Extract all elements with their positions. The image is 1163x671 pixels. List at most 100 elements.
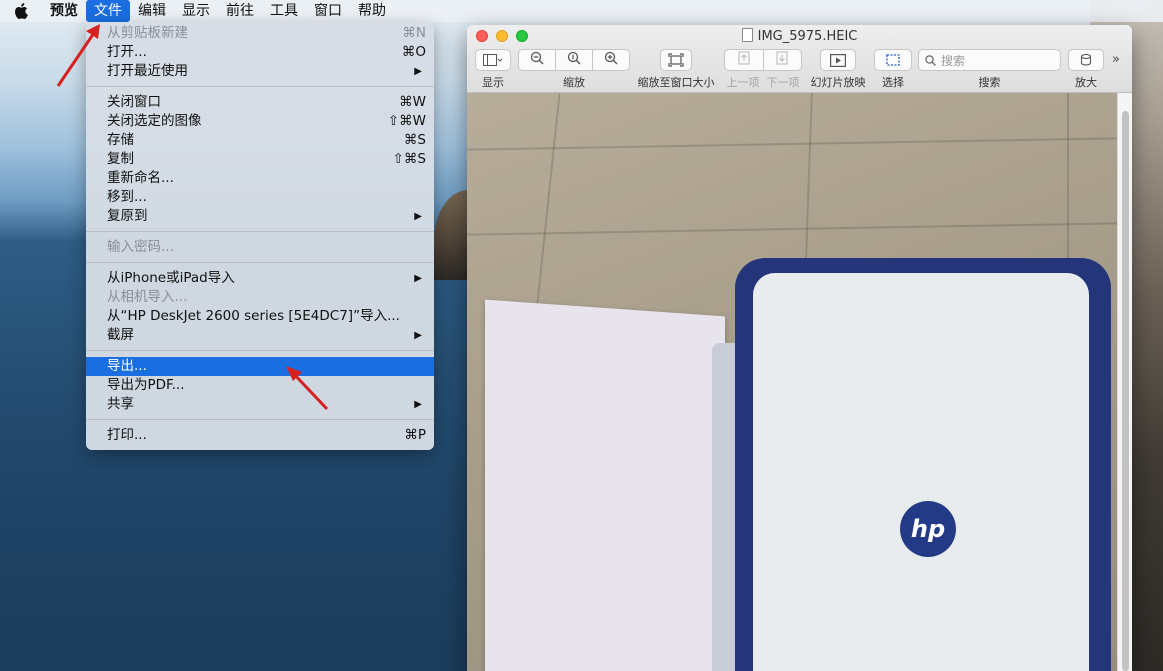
menu-separator — [86, 350, 434, 351]
menu-item-label: 关闭窗口 — [107, 94, 161, 110]
hp-logo: hp — [900, 501, 956, 557]
menu-item-rename[interactable]: 重新命名... — [86, 169, 434, 188]
search-label: 搜索 — [978, 76, 1001, 89]
menu-window[interactable]: 窗口 — [306, 0, 350, 22]
menu-item-label: 从“HP DeskJet 2600 series [5E4DC7]”导入... — [107, 308, 400, 324]
actual-size-icon — [567, 51, 581, 65]
menu-item-export-pdf[interactable]: 导出为PDF... — [86, 376, 434, 395]
slideshow-icon — [830, 53, 846, 67]
menu-preview[interactable]: 预览 — [42, 0, 86, 22]
menu-item-close-window[interactable]: 关闭窗口 ⌘W — [86, 93, 434, 112]
search-field[interactable]: 搜索 — [918, 49, 1061, 71]
menu-item-open[interactable]: 打开... ⌘O — [86, 43, 434, 62]
menu-item-import-camera: 从相机导入... — [86, 288, 434, 307]
menu-item-label: 从相机导入... — [107, 289, 188, 305]
menu-item-move-to[interactable]: 移到... — [86, 188, 434, 207]
file-menu-dropdown: 从剪贴板新建 ⌘N 打开... ⌘O 打开最近使用 ▶ 关闭窗口 ⌘W 关闭选定… — [86, 22, 434, 450]
window-title: IMG_5975.HEIC — [467, 28, 1132, 44]
menu-item-screenshot[interactable]: 截屏 ▶ — [86, 326, 434, 345]
menu-item-label: 复原到 — [107, 208, 148, 224]
search-placeholder: 搜索 — [941, 53, 966, 68]
menu-help[interactable]: 帮助 — [350, 0, 394, 22]
magnify-button[interactable] — [1068, 49, 1104, 71]
actual-size-button[interactable] — [556, 51, 592, 69]
menu-item-label: 移到... — [107, 189, 147, 205]
menu-item-close-selected[interactable]: 关闭选定的图像 ⇧⌘W — [86, 112, 434, 131]
zoom-label: 缩放 — [563, 76, 585, 89]
floor-tile-line — [467, 222, 1117, 236]
menu-item-new-from-clipboard: 从剪贴板新建 ⌘N — [86, 24, 434, 43]
desktop-island-left — [434, 190, 468, 280]
vertical-scrollbar[interactable] — [1117, 93, 1132, 671]
menu-item-label: 打开... — [107, 44, 147, 60]
submenu-arrow-icon: ▶ — [414, 330, 422, 341]
menu-item-label: 共享 — [107, 396, 134, 412]
view-button[interactable] — [475, 49, 511, 71]
menu-go[interactable]: 前往 — [218, 0, 262, 22]
menu-separator — [86, 231, 434, 232]
sidebar-icon — [483, 54, 503, 66]
shortcut-label: ⇧⌘W — [387, 113, 426, 129]
zoom-segmented-control — [518, 49, 630, 71]
window-titlebar: IMG_5975.HEIC 显示 缩放 缩放至窗口大小 上一项 下一项 幻灯片放… — [467, 25, 1132, 93]
menu-item-label: 打开最近使用 — [107, 63, 188, 79]
zoom-in-button[interactable] — [593, 51, 629, 69]
next-page-icon — [776, 51, 788, 65]
previous-page-icon — [738, 51, 750, 65]
shortcut-label: ⌘W — [399, 94, 426, 110]
menu-item-enter-password: 输入密码... — [86, 238, 434, 257]
menu-item-revert-to[interactable]: 复原到 ▶ — [86, 207, 434, 226]
menu-tools[interactable]: 工具 — [262, 0, 306, 22]
menu-item-print[interactable]: 打印... ⌘P — [86, 426, 434, 445]
floor-tile-line — [535, 93, 561, 313]
menu-item-label: 从iPhone或iPad导入 — [107, 270, 235, 286]
submenu-arrow-icon: ▶ — [414, 399, 422, 410]
shortcut-label: ⇧⌘S — [392, 151, 426, 167]
next-label: 下一项 — [766, 76, 800, 89]
window-title-text: IMG_5975.HEIC — [757, 29, 858, 44]
magnifier-icon — [1080, 53, 1092, 66]
menu-item-label: 复制 — [107, 151, 134, 167]
menu-item-label: 关闭选定的图像 — [107, 113, 202, 129]
menu-item-label: 截屏 — [107, 327, 134, 343]
zoom-in-icon — [604, 51, 618, 65]
magnify-label: 放大 — [1075, 76, 1097, 89]
slideshow-label: 幻灯片放映 — [810, 76, 866, 89]
printer-lid — [753, 273, 1089, 671]
menu-view[interactable]: 显示 — [174, 0, 218, 22]
scrollbar-thumb[interactable] — [1122, 111, 1129, 671]
zoom-to-fit-button[interactable] — [660, 49, 692, 71]
shortcut-label: ⌘S — [403, 132, 426, 148]
menu-item-duplicate[interactable]: 复制 ⇧⌘S — [86, 150, 434, 169]
menu-item-label: 输入密码... — [107, 239, 174, 255]
floor-tile-line — [467, 137, 1117, 151]
menu-item-share[interactable]: 共享 ▶ — [86, 395, 434, 414]
slideshow-button[interactable] — [820, 49, 856, 71]
select-button[interactable] — [874, 49, 912, 71]
menu-item-label: 存储 — [107, 132, 134, 148]
zoom-out-button[interactable] — [519, 51, 555, 69]
shortcut-label: ⌘O — [401, 44, 426, 60]
menu-item-label: 导出... — [107, 358, 147, 374]
menu-item-label: 重新命名... — [107, 170, 174, 186]
menu-edit[interactable]: 编辑 — [130, 0, 174, 22]
menu-file[interactable]: 文件 — [86, 0, 130, 22]
menu-item-label: 导出为PDF... — [107, 377, 185, 393]
apple-icon[interactable] — [0, 3, 42, 19]
next-button[interactable] — [763, 51, 801, 69]
prev-label: 上一项 — [726, 76, 760, 89]
prev-next-control — [724, 49, 802, 71]
menu-item-import-hp[interactable]: 从“HP DeskJet 2600 series [5E4DC7]”导入... — [86, 307, 434, 326]
toolbar-overflow-icon[interactable]: » — [1112, 52, 1120, 67]
menu-item-import-iphone[interactable]: 从iPhone或iPad导入 ▶ — [86, 269, 434, 288]
menu-separator — [86, 262, 434, 263]
menu-item-open-recent[interactable]: 打开最近使用 ▶ — [86, 62, 434, 81]
menu-item-save[interactable]: 存储 ⌘S — [86, 131, 434, 150]
menu-separator — [86, 86, 434, 87]
menu-item-export[interactable]: 导出... — [86, 357, 434, 376]
preview-window: IMG_5975.HEIC 显示 缩放 缩放至窗口大小 上一项 下一项 幻灯片放… — [467, 25, 1132, 671]
view-label: 显示 — [482, 76, 504, 89]
zoom-to-fit-label: 缩放至窗口大小 — [637, 76, 715, 89]
paper-sheets — [485, 299, 725, 671]
previous-button[interactable] — [725, 51, 763, 69]
